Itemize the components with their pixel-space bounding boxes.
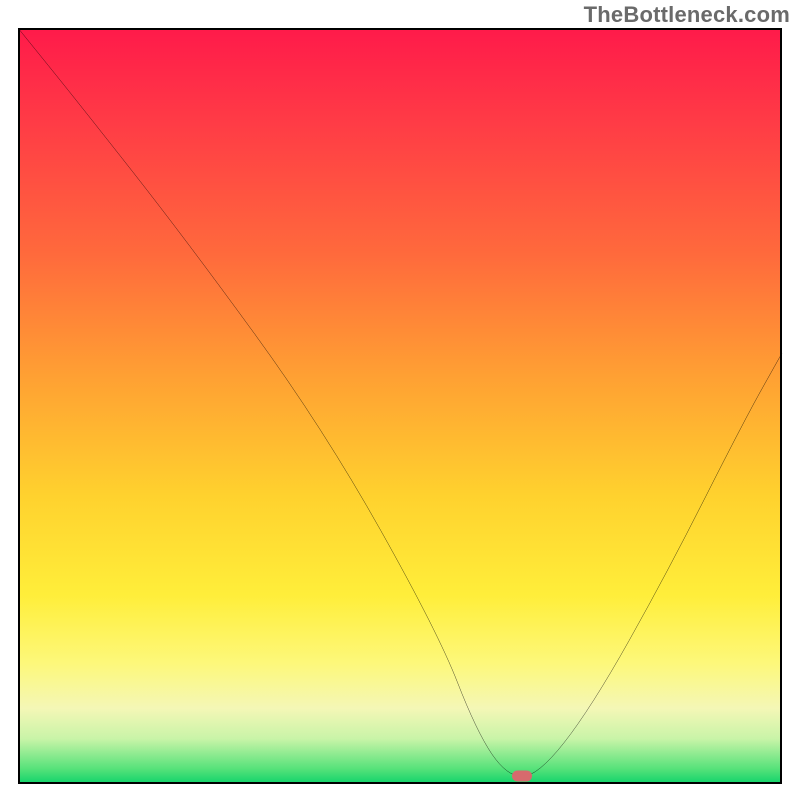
- watermark: TheBottleneck.com: [584, 2, 790, 28]
- optimal-point-marker: [512, 771, 532, 782]
- chart-area: [18, 28, 782, 784]
- bottleneck-curve: [18, 28, 782, 784]
